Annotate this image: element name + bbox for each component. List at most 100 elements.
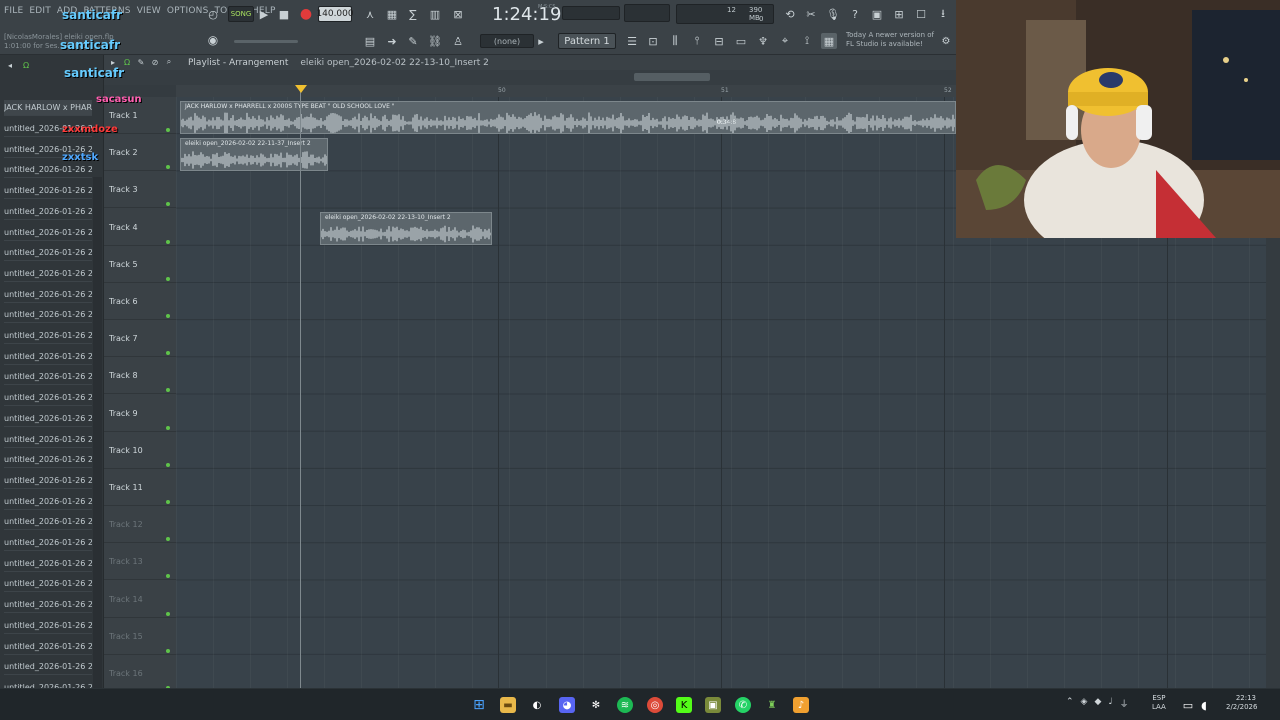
track-mute-led[interactable]: [166, 500, 170, 504]
cut-tools-icon[interactable]: ✂: [803, 6, 819, 22]
track-mute-led[interactable]: [166, 574, 170, 579]
piano-roll-icon[interactable]: ▤: [362, 33, 378, 49]
tray-app-icon[interactable]: ◈: [1081, 697, 1088, 710]
browser-item[interactable]: untitled_2026-01-26 23-...: [4, 369, 92, 386]
touch-controller-icon[interactable]: ⌖: [777, 33, 793, 49]
track-header[interactable]: Track 11: [104, 469, 176, 506]
browser-item[interactable]: untitled_2026-01-26 23-...: [4, 576, 92, 593]
track-mute-led[interactable]: [166, 202, 170, 207]
track-mute-led[interactable]: [166, 648, 170, 653]
timeline-ruler[interactable]: 50 51 52: [176, 85, 956, 97]
download-icon[interactable]: ⭳: [935, 6, 951, 22]
fl-studio-taskbar-icon[interactable]: ♪: [793, 697, 809, 713]
track-header[interactable]: Track 2: [104, 134, 176, 172]
master-volume-slider[interactable]: [234, 40, 298, 43]
browser-item[interactable]: untitled_2026-01-26 23-...: [4, 225, 92, 241]
tray-mic-icon[interactable]: ♩: [1108, 697, 1112, 710]
track-header[interactable]: Track 10: [104, 432, 176, 469]
playlist-title-bar[interactable]: ▸ Ω ✎ ⊘ ⌕ Playlist - Arrangement eleiki …: [104, 55, 956, 70]
arrow-right-icon[interactable]: ➜: [384, 33, 400, 49]
menu-file[interactable]: FILE: [4, 6, 23, 16]
track-mute-led[interactable]: [166, 314, 170, 318]
steam-icon[interactable]: ◐: [529, 697, 545, 713]
countdown-icon[interactable]: ▥: [427, 6, 443, 22]
mixer-icon[interactable]: ⊞: [891, 6, 907, 22]
tray-usb-icon[interactable]: ⏚: [1120, 697, 1129, 710]
taskbar-clock[interactable]: 22:13 2/2/2026: [1226, 694, 1257, 712]
metronome-icon[interactable]: ◴: [205, 6, 221, 22]
settings-gear-icon[interactable]: ⚙: [938, 33, 954, 49]
browser-item[interactable]: untitled_2026-01-26 23-...: [4, 266, 92, 282]
spotify-icon[interactable]: ≋: [617, 697, 633, 713]
track-mute-led[interactable]: [166, 351, 170, 356]
record-icon[interactable]: ●: [298, 6, 314, 22]
browser-icon[interactable]: ⊟: [711, 33, 727, 49]
browser-item[interactable]: untitled_2026-01-26 23-...: [4, 452, 92, 469]
draw-tool-icon[interactable]: ✎: [134, 55, 148, 69]
browser-item[interactable]: untitled_2026-01-26 23-...: [4, 535, 92, 551]
discord-icon[interactable]: ◕: [559, 697, 575, 713]
browser-item[interactable]: untitled_2026-01-26 23-...: [4, 245, 92, 262]
game-icon[interactable]: ▣: [705, 697, 721, 713]
browser-item[interactable]: untitled_2026-01-26 23-...: [4, 287, 92, 303]
song-mode-toggle[interactable]: SONG: [228, 6, 254, 22]
browser-item[interactable]: untitled_2026-01-26 23-...: [4, 597, 92, 614]
browser-item[interactable]: untitled_2026-01-26 23-...: [4, 514, 92, 531]
pattern-prev-icon[interactable]: ▸: [533, 33, 549, 49]
browser-item[interactable]: untitled_2026-01-26 23-...: [4, 659, 92, 676]
tray-shield-icon[interactable]: ◆: [1094, 697, 1101, 710]
menu-edit[interactable]: EDIT: [29, 6, 51, 16]
track-mute-led[interactable]: [166, 165, 170, 170]
browser-item[interactable]: untitled_2026-01-26 23-...: [4, 639, 92, 655]
channel-rack-icon[interactable]: ⊡: [645, 33, 661, 49]
playhead-line[interactable]: [300, 85, 301, 688]
link-icon[interactable]: ⛓: [427, 33, 443, 49]
browser-item[interactable]: untitled_2026-01-26 23-...: [4, 432, 92, 448]
browser-item[interactable]: untitled_2026-01-26 23-...: [4, 349, 92, 365]
pencil-icon[interactable]: ✎: [405, 33, 421, 49]
chrome-icon[interactable]: ◎: [647, 697, 663, 713]
track-header[interactable]: Track 5: [104, 246, 176, 283]
chat-icon[interactable]: ☐: [913, 6, 929, 22]
track-header[interactable]: Track 9: [104, 395, 176, 432]
stop-icon[interactable]: ■: [276, 6, 292, 22]
undo-history-icon[interactable]: ⟲: [782, 6, 798, 22]
script-output-icon[interactable]: ⟟: [799, 33, 815, 49]
settings-app-icon[interactable]: ✻: [588, 697, 604, 713]
browser-item[interactable]: untitled_2026-01-26 23-...: [4, 473, 92, 489]
kick-icon[interactable]: K: [676, 697, 692, 713]
playlist-icon[interactable]: ☰: [624, 33, 640, 49]
help-icon[interactable]: ?: [847, 6, 863, 22]
audio-clip-insert-2[interactable]: eleiki open_2026-02-02 22-13-10_Insert 2: [320, 212, 492, 245]
pattern-filter-select[interactable]: (none): [480, 34, 534, 48]
track-mute-led[interactable]: [166, 388, 170, 393]
news-icon[interactable]: ▦: [821, 33, 837, 49]
snap-icon[interactable]: ⋏: [362, 6, 378, 22]
browser-scrollbar[interactable]: [93, 177, 102, 720]
track-mute-led[interactable]: [166, 425, 170, 430]
browser-item[interactable]: untitled_2026-01-26 23-...: [4, 183, 92, 200]
browser-header[interactable]: JACK HARLOW x PHAR...: [4, 100, 92, 116]
track-header[interactable]: Track 6: [104, 283, 176, 320]
microphone-icon[interactable]: 🎙: [825, 6, 841, 22]
delete-tool-icon[interactable]: ⊘: [148, 55, 162, 69]
playlist-scroll-area[interactable]: [104, 70, 956, 85]
mixer-view-icon[interactable]: ⫼: [667, 33, 683, 49]
tray-expand-icon[interactable]: ⌃: [1066, 697, 1074, 710]
start-button-icon[interactable]: ⊞: [471, 697, 487, 713]
news-panel[interactable]: Today A newer version of FL Studio is av…: [846, 31, 934, 49]
playhead-marker[interactable]: [295, 85, 307, 93]
browser-item[interactable]: untitled_2026-01-26 23-...: [4, 411, 92, 427]
language-indicator[interactable]: ESP LAA: [1152, 694, 1166, 712]
stamp-icon[interactable]: ♙: [450, 33, 466, 49]
track-header[interactable]: Track 4: [104, 209, 176, 246]
track-mute-led[interactable]: [166, 239, 170, 244]
menu-view[interactable]: VIEW: [137, 6, 161, 16]
zoom-tool-icon[interactable]: ⌕: [162, 55, 176, 69]
audio-clip-beat[interactable]: JACK HARLOW x PHARRELL x 2000S TYPE BEAT…: [180, 101, 956, 134]
horizontal-scroll-thumb[interactable]: [634, 73, 710, 81]
android-icon[interactable]: ♜: [764, 697, 780, 713]
browser-item[interactable]: untitled_2026-01-26 23-...: [4, 618, 92, 634]
volume-icon[interactable]: ◖: [1196, 697, 1212, 713]
browser-item[interactable]: untitled_2026-01-26 23-...: [4, 390, 92, 407]
